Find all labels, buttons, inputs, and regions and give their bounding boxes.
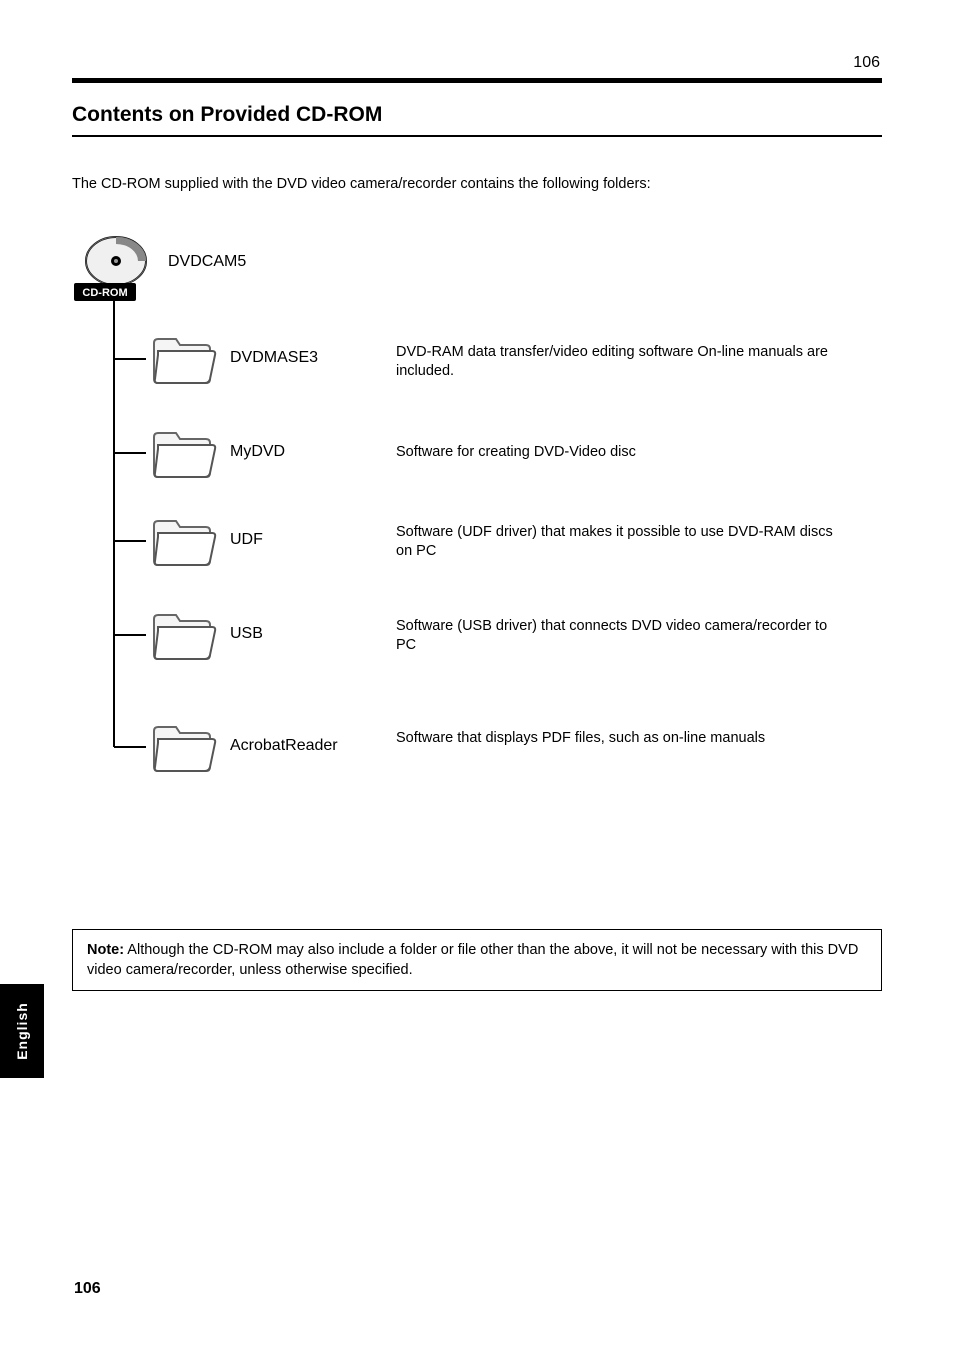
top-rule (72, 78, 882, 83)
folder-description: Software (USB driver) that connects DVD … (396, 617, 836, 656)
cdrom-icon: CD-ROM (72, 235, 160, 303)
intro-text: The CD-ROM supplied with the DVD video c… (72, 175, 882, 195)
folder-icon (150, 607, 218, 663)
page-number-top: 106 (853, 54, 880, 72)
folder-tree: CD-ROM DVDCAM5 DVDMASE3 DVD-RAM data tra… (72, 225, 882, 841)
page-number-bottom: 106 (74, 1280, 101, 1298)
note-label: Note: (87, 942, 124, 958)
folder-icon (150, 719, 218, 775)
folder-description: Software for creating DVD-Video disc (396, 443, 636, 463)
folder-icon (150, 425, 218, 481)
folder-icon (150, 513, 218, 569)
folder-label: UDF (230, 531, 263, 549)
language-tab: English (0, 984, 44, 1078)
folder-label: USB (230, 625, 263, 643)
language-tab-label: English (14, 1002, 30, 1060)
cdrom-label: DVDCAM5 (168, 253, 246, 271)
folder-description: DVD-RAM data transfer/video editing soft… (396, 343, 836, 382)
title-underline (72, 135, 882, 137)
folder-label: DVDMASE3 (230, 349, 318, 367)
section-title: Contents on Provided CD-ROM (72, 103, 882, 127)
svg-text:CD-ROM: CD-ROM (82, 287, 127, 299)
folder-label: MyDVD (230, 443, 285, 461)
folder-label: AcrobatReader (230, 737, 338, 755)
note-box: Note: Although the CD-ROM may also inclu… (72, 929, 882, 992)
note-text: Although the CD-ROM may also include a f… (87, 942, 858, 978)
folder-description: Software that displays PDF files, such a… (396, 729, 765, 749)
folder-icon (150, 331, 218, 387)
folder-description: Software (UDF driver) that makes it poss… (396, 523, 836, 562)
